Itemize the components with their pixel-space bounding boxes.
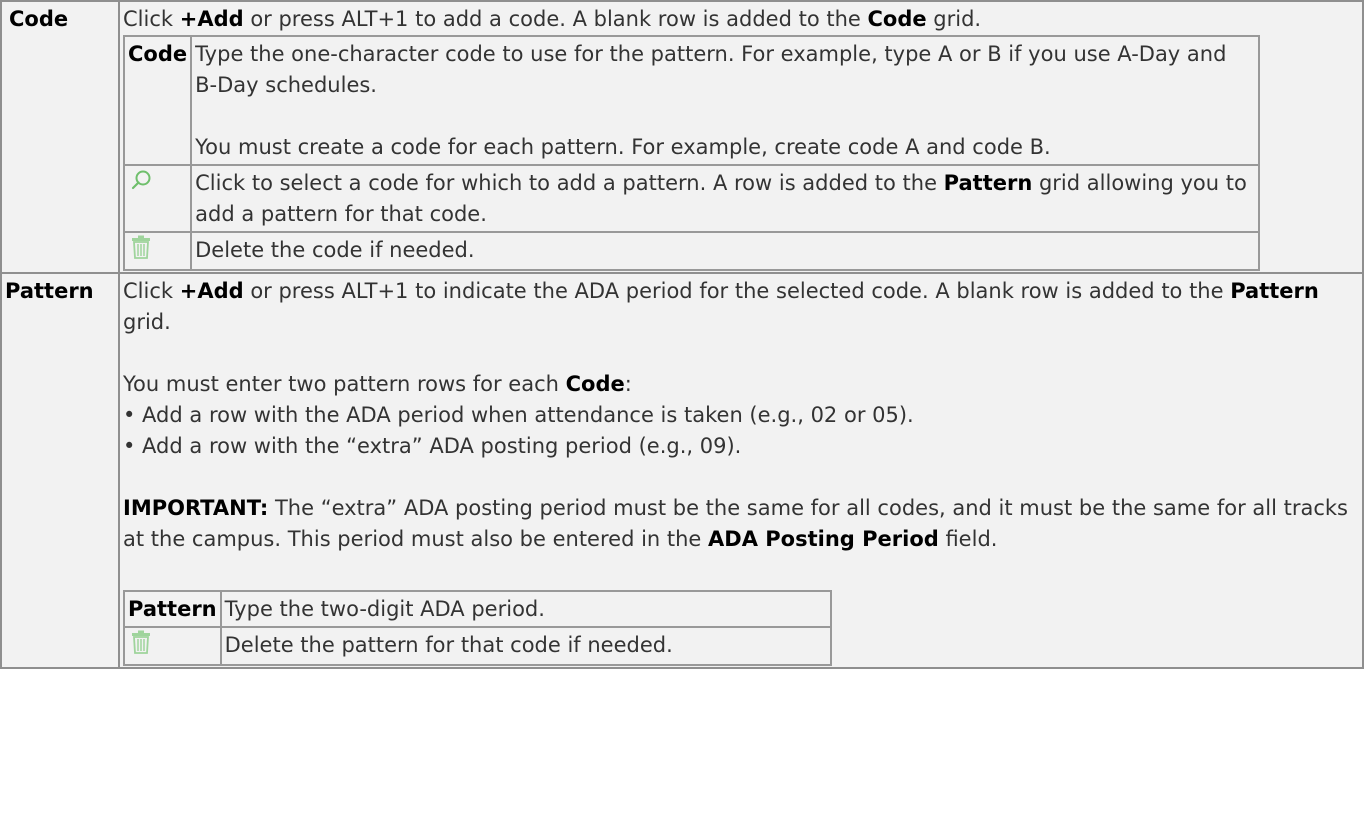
add-label: +Add	[179, 7, 244, 31]
search-field-description: Click to select a code for which to add …	[190, 164, 1260, 233]
code-field-label: Code	[122, 35, 193, 166]
delete-pattern-description: Delete the pattern for that code if need…	[219, 626, 833, 666]
intro-text: grid.	[926, 7, 982, 31]
trash-icon	[130, 630, 152, 663]
code-grid-label: Code	[867, 7, 927, 31]
pattern-row-label: Pattern	[0, 272, 120, 669]
code-field-description: Type the one-character code to use for t…	[190, 35, 1260, 166]
important-note: IMPORTANT: The “extra” ADA posting perio…	[123, 493, 1359, 555]
intro-text: or press ALT+1 to indicate the ADA perio…	[243, 279, 1231, 303]
intro-text: grid.	[123, 310, 171, 334]
pattern-row: Pattern Click +Add or press ALT+1 to ind…	[0, 272, 1364, 669]
code-field-row: Code Type the one-character code to use …	[122, 35, 1260, 166]
intro-text: Click	[123, 279, 180, 303]
delete-code-description: Delete the code if needed.	[190, 231, 1260, 271]
delete-pattern-row: Delete the pattern for that code if need…	[123, 626, 833, 666]
pattern-row-content: Click +Add or press ALT+1 to indicate th…	[118, 272, 1364, 669]
ada-posting-period-ref: ADA Posting Period	[708, 527, 939, 551]
pattern-grid-label: Pattern	[943, 171, 1033, 195]
code-row: Code Click +Add or press ALT+1 to add a …	[0, 0, 1364, 274]
code-inner-table: Code Type the one-character code to use …	[122, 35, 1260, 271]
code-field-ref: Code	[565, 372, 625, 396]
important-text: field.	[938, 527, 998, 551]
code-row-intro: Click +Add or press ALT+1 to add a code.…	[123, 4, 1359, 35]
pattern-field-description: Type the two-digit ADA period.	[219, 590, 833, 628]
search-icon-cell	[122, 164, 193, 233]
code-desc-2: You must create a code for each pattern.…	[195, 135, 1051, 159]
important-label: IMPORTANT:	[123, 496, 269, 520]
pattern-field-label: Pattern	[123, 590, 222, 628]
pattern-field-row: Pattern Type the two-digit ADA period.	[123, 590, 833, 628]
pattern-inner-table: Pattern Type the two-digit ADA period. D…	[123, 590, 833, 666]
must-text: :	[624, 372, 632, 396]
add-label: +Add	[179, 279, 244, 303]
bullet-item-2: • Add a row with the “extra” ADA posting…	[123, 434, 742, 458]
pattern-grid-label: Pattern	[1230, 279, 1319, 303]
must-text: You must enter two pattern rows for each	[123, 372, 566, 396]
delete-icon-cell	[122, 231, 193, 271]
code-row-label: Code	[0, 0, 120, 274]
code-desc-1: Type the one-character code to use for t…	[195, 42, 1227, 97]
intro-text: or press ALT+1 to add a code. A blank ro…	[243, 7, 868, 31]
bullet-item-1: • Add a row with the ADA period when att…	[123, 403, 914, 427]
field-description-table: Code Click +Add or press ALT+1 to add a …	[0, 0, 1364, 669]
delete-icon-cell	[123, 626, 222, 666]
code-row-content: Click +Add or press ALT+1 to add a code.…	[118, 0, 1364, 274]
search-field-row: Click to select a code for which to add …	[122, 164, 1260, 233]
pattern-row-intro: Click +Add or press ALT+1 to indicate th…	[123, 276, 1359, 338]
must-enter-text: You must enter two pattern rows for each…	[123, 369, 1359, 400]
search-icon	[130, 169, 152, 200]
delete-code-row: Delete the code if needed.	[122, 231, 1260, 271]
search-desc-text: Click to select a code for which to add …	[195, 171, 944, 195]
trash-icon	[130, 235, 152, 268]
intro-text: Click	[123, 7, 180, 31]
